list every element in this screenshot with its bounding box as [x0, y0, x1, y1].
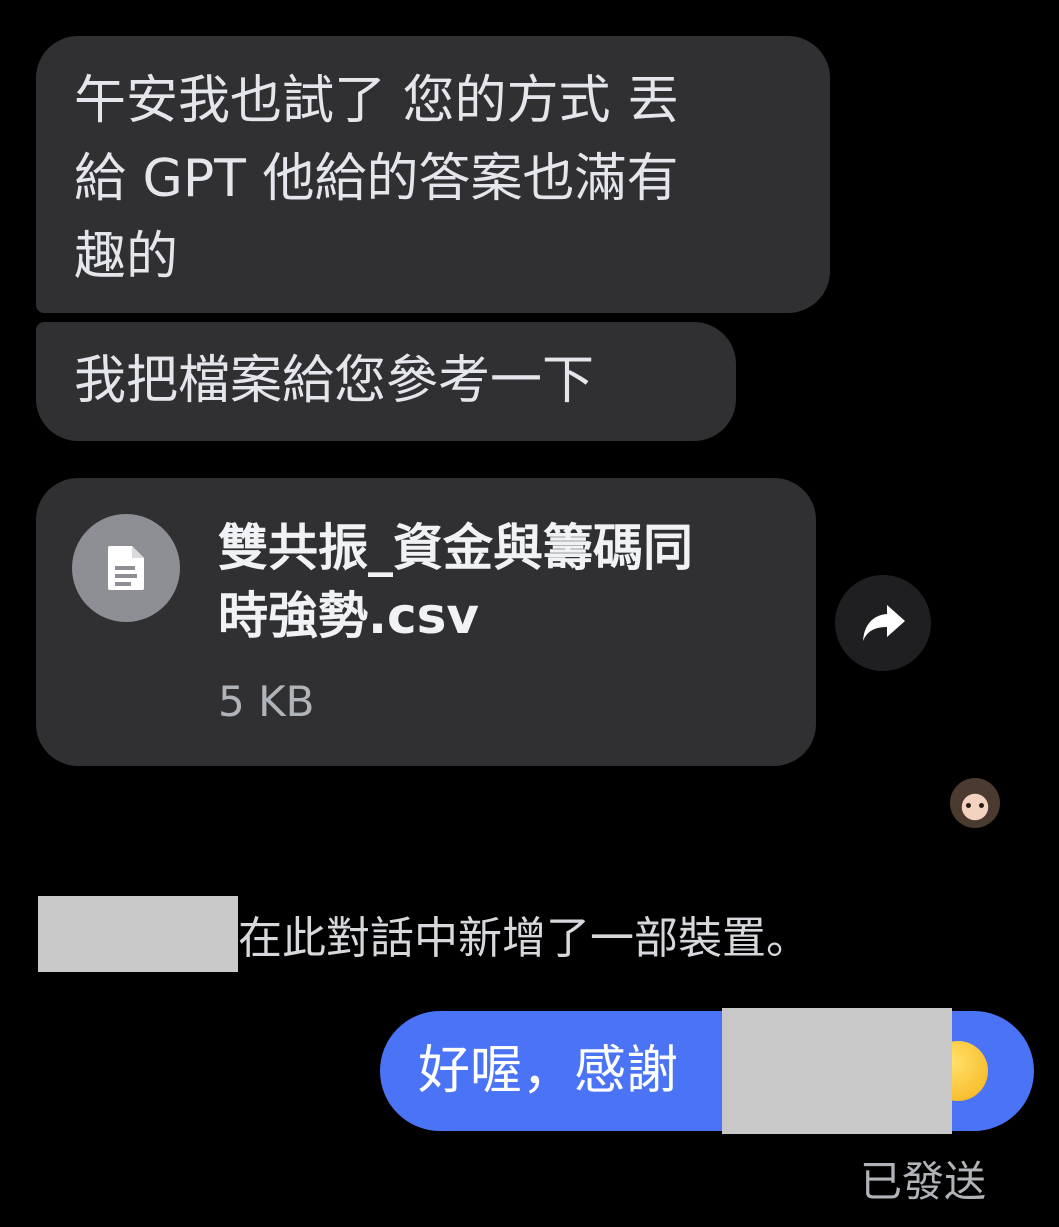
file-name-line: 時強勢.csv	[218, 587, 479, 645]
avatar-eye	[979, 803, 984, 808]
incoming-message-bubble[interactable]: 午安我也試了 您的方式 丟 給 GPT 他給的答案也滿有 趣的	[36, 36, 830, 313]
avatar-eye	[966, 803, 971, 808]
message-text: 我把檔案給您參考一下	[74, 351, 595, 411]
file-size: 5 KB	[218, 677, 315, 726]
document-icon	[72, 514, 180, 622]
message-line: 給 GPT 他給的答案也滿有	[74, 149, 679, 209]
avatar[interactable]	[950, 778, 1000, 828]
message-line: 午安我也試了 您的方式 丟	[74, 71, 680, 131]
incoming-message-bubble[interactable]: 我把檔案給您參考一下	[36, 322, 736, 441]
forward-arrow-icon	[863, 605, 905, 641]
file-name-line: 雙共振_資金與籌碼同	[218, 519, 693, 577]
system-notice-text: 在此對話中新增了一部裝置。	[238, 913, 810, 964]
redaction-block	[722, 1008, 952, 1134]
message-line: 趣的	[74, 227, 179, 287]
system-notice: 在此對話中新增了一部裝置。	[38, 896, 810, 972]
redacted-name	[38, 896, 238, 972]
sent-status: 已發送	[860, 1157, 987, 1206]
message-text: 好喔，感謝	[418, 1041, 679, 1101]
forward-button[interactable]	[835, 575, 931, 671]
file-name[interactable]: 雙共振_資金與籌碼同 時強勢.csv	[218, 514, 788, 650]
file-attachment-card[interactable]: 雙共振_資金與籌碼同 時強勢.csv 5 KB	[36, 478, 816, 766]
